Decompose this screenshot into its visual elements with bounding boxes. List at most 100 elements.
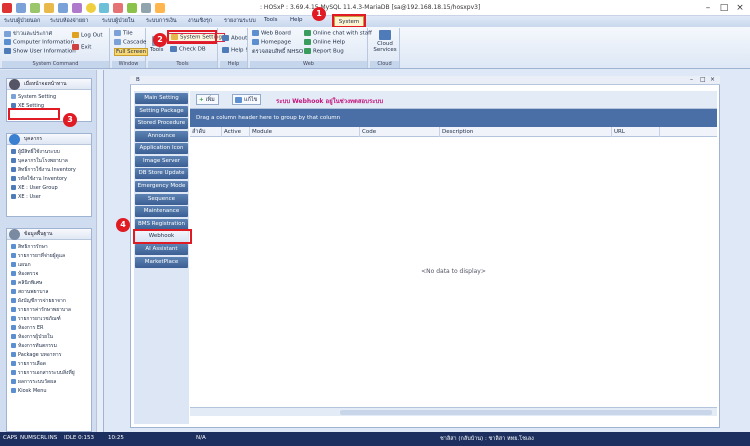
sidebar-item[interactable]: แผนก	[7, 261, 91, 270]
mdi-restore-button[interactable]: □	[700, 76, 706, 83]
sidebar-item[interactable]: รายการยาเวชภัณฑ์	[7, 315, 91, 324]
sidebar-item[interactable]: Kiosk Menu	[7, 387, 91, 396]
report-bug-button[interactable]: Report Bug	[304, 48, 344, 55]
horizontal-scrollbar[interactable]	[340, 410, 712, 415]
quick-access-icon[interactable]	[113, 3, 124, 13]
sidebar-item[interactable]: ห้องตรวจ	[7, 270, 91, 279]
sidebar-item[interactable]: Package บทอาหาร	[7, 351, 91, 360]
tab-proactive[interactable]: งานเชิงรุก	[188, 17, 212, 25]
sidebar-item[interactable]: รายการยาที่จ่ายผู้ดูแล	[7, 252, 91, 261]
sidebar-item[interactable]: สถานพยาบาล	[7, 288, 91, 297]
column-header-module[interactable]: Module	[250, 127, 360, 137]
list-icon	[11, 307, 16, 312]
panel-header[interactable]: บุคลากร	[7, 134, 91, 145]
sidebar-item-system-setting[interactable]: System Setting	[7, 93, 91, 102]
fullscreen-button[interactable]: Full Screen	[114, 48, 149, 56]
nav-sequence[interactable]: Sequence	[135, 194, 188, 205]
grid-navigator[interactable]	[190, 407, 717, 416]
nav-maintenance[interactable]: Maintenance	[135, 206, 188, 217]
sidebar-item[interactable]: รายการเอกสารระบบสิ่งที่ยู่	[7, 369, 91, 378]
tile-button[interactable]: Tile	[114, 30, 133, 37]
sidebar-item[interactable]: XE : User Group	[7, 184, 91, 193]
quick-access-icon[interactable]	[141, 3, 152, 13]
nav-image-server[interactable]: Image Server	[135, 156, 188, 167]
tab-finance[interactable]: ระบบการเงิน	[146, 17, 177, 25]
news-button[interactable]: ข่าวและประกาศ	[4, 30, 52, 38]
panel-header[interactable]: เมื่อหน้าจอหน้าทาน	[7, 79, 91, 90]
quick-access-icon[interactable]	[43, 3, 54, 13]
quick-access-icon[interactable]	[29, 3, 40, 13]
tab-ipd[interactable]: ระบบผู้ป่วยใน	[102, 17, 134, 25]
nav-setting-package[interactable]: Setting Package	[135, 106, 188, 117]
tab-reports[interactable]: รายงานระบบ	[224, 17, 256, 25]
sidebar-item[interactable]: บุคลากรในโรงพยาบาล	[7, 157, 91, 166]
panel-header[interactable]: ข้อมูลพื้นฐาน	[7, 229, 91, 240]
close-button[interactable]: ×	[732, 2, 748, 14]
nav-announce[interactable]: Announce	[135, 131, 188, 142]
sidebar-item[interactable]: สิทธิการรักษา	[7, 243, 91, 252]
sidebar-item[interactable]: รายการเลือด	[7, 360, 91, 369]
sidebar-item[interactable]: ผลการระบบวัดผล	[7, 378, 91, 387]
sidebar-item[interactable]: คลินิกพิเศษ	[7, 279, 91, 288]
quick-access-icon[interactable]	[99, 3, 110, 13]
users-icon	[11, 185, 16, 190]
nav-stored-procedure[interactable]: Stored Procedure	[135, 118, 188, 129]
sidebar-item[interactable]: รหัสใช้งาน Inventory	[7, 175, 91, 184]
sidebar-item[interactable]: ผู้มีสิทธิ์ใช้งานระบบ	[7, 148, 91, 157]
nav-db-store-update[interactable]: DB Store Update	[135, 168, 188, 179]
tab-pharmacy[interactable]: ระบบห้องจ่ายยา	[50, 17, 88, 25]
column-header-url[interactable]: URL	[612, 127, 660, 137]
sidebar-item[interactable]: ห้องการ ER	[7, 324, 91, 333]
web-board-button[interactable]: Web Board	[252, 30, 291, 37]
add-button[interactable]: + เพิ่ม	[196, 94, 219, 105]
sidebar-item[interactable]: ห้องการทันตกรรม	[7, 342, 91, 351]
homepage-button[interactable]: Homepage	[252, 39, 291, 46]
grid-header: ลำดับ Active Module Code Description URL	[190, 127, 717, 137]
quick-access-icon[interactable]	[127, 3, 138, 13]
about-button[interactable]: About	[222, 35, 247, 42]
cloud-services-button[interactable]: Cloud Services	[373, 30, 397, 53]
minimize-button[interactable]: –	[700, 2, 716, 14]
nav-main-setting[interactable]: Main Setting	[135, 93, 188, 104]
user-info-button[interactable]: Show User Information	[4, 48, 76, 55]
nav-marketplace[interactable]: MarketPlace	[135, 257, 188, 268]
tab-tools[interactable]: Tools	[264, 17, 278, 23]
mdi-minimize-button[interactable]: –	[690, 76, 693, 83]
nhso-check-button[interactable]: ตรวจสอบสิทธิ์ NHSO	[252, 48, 303, 56]
logout-button[interactable]: Log Out	[72, 32, 103, 39]
computer-info-button[interactable]: Computer Information	[4, 39, 74, 46]
group-by-panel[interactable]: Drag a column header here to group by th…	[190, 109, 717, 127]
cascade-button[interactable]: Cascade	[114, 39, 146, 46]
column-header-seq[interactable]: ลำดับ	[190, 127, 222, 137]
computer-icon	[4, 39, 11, 45]
tab-opd[interactable]: ระบบผู้ป่วยนอก	[4, 17, 40, 25]
column-header-code[interactable]: Code	[360, 127, 440, 137]
maximize-button[interactable]: □	[716, 2, 732, 14]
sidebar-item[interactable]: สิทธิ์การใช้งาน Inventory	[7, 166, 91, 175]
sidebar-item[interactable]: ห้องการผู้ป่วยใน	[7, 333, 91, 342]
online-chat-button[interactable]: Online chat with staff	[304, 30, 372, 37]
smiley-icon[interactable]	[85, 3, 96, 13]
column-header-description[interactable]: Description	[440, 127, 612, 137]
exit-button[interactable]: Exit	[72, 44, 91, 51]
tab-help[interactable]: Help	[290, 17, 303, 23]
nav-ai-assistant[interactable]: AI Assistant	[135, 244, 188, 255]
column-header-active[interactable]: Active	[222, 127, 250, 137]
nav-application-icon[interactable]: Application Icon	[135, 143, 188, 154]
nav-emergency-mode[interactable]: Emergency Mode	[135, 181, 188, 192]
check-db-button[interactable]: Check DB	[170, 46, 206, 53]
help-button[interactable]: Help !	[222, 47, 248, 54]
quick-access-icon[interactable]	[57, 3, 68, 13]
edit-button[interactable]: แก้ไข	[232, 94, 262, 105]
sidebar-item[interactable]: ผังบัญชีการจ่ายยาจาก	[7, 297, 91, 306]
quick-access-icon[interactable]	[155, 3, 166, 13]
quick-access-icon[interactable]	[71, 3, 82, 13]
sidebar-item[interactable]: รายการค่ารักษาพยาบาล	[7, 306, 91, 315]
sidebar-item[interactable]: XE : User	[7, 193, 91, 202]
status-na: N/A	[196, 435, 206, 441]
mdi-close-button[interactable]: ×	[710, 76, 715, 83]
sidebar-scrollbar[interactable]	[96, 70, 103, 432]
quick-access-icon[interactable]	[15, 3, 26, 13]
online-help-button[interactable]: Online Help	[304, 39, 345, 46]
status-bar: CAPS NUM SCRL INS IDLE 0:153 10:25 N/A ช…	[0, 432, 750, 446]
